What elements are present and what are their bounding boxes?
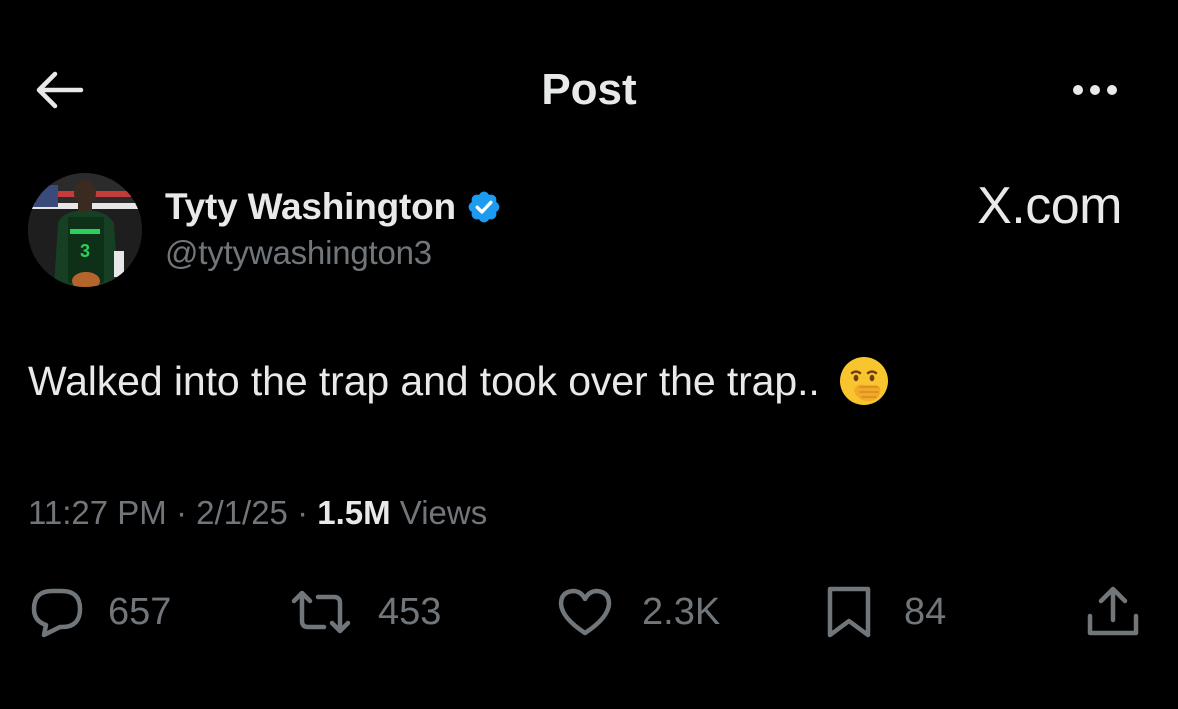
post-time[interactable]: 11:27 PM <box>28 494 167 531</box>
meta-separator: · <box>175 494 187 531</box>
author-display-name[interactable]: Tyty Washington <box>165 186 456 228</box>
reply-count: 657 <box>108 590 172 633</box>
more-options-button[interactable] <box>1058 70 1132 110</box>
more-horizontal-icon <box>1070 85 1121 95</box>
bookmark-button[interactable]: 84 <box>824 582 946 642</box>
like-count: 2.3K <box>642 590 721 633</box>
reply-icon <box>31 588 83 638</box>
face-with-hand-over-mouth-icon <box>838 355 890 407</box>
post-meta: 11:27 PM · 2/1/25 · 1.5M Views <box>28 494 487 532</box>
page-title: Post <box>541 65 637 114</box>
arrow-left-icon <box>36 71 84 109</box>
svg-text:3: 3 <box>80 241 90 261</box>
author-name-row[interactable]: Tyty Washington <box>165 184 502 230</box>
bookmark-count: 84 <box>904 590 947 633</box>
x-com-watermark: X.com <box>977 177 1122 235</box>
post-text: Walked into the trap and took over the t… <box>28 355 890 407</box>
verified-badge-icon <box>466 189 502 225</box>
post-date[interactable]: 2/1/25 <box>196 494 288 531</box>
share-button[interactable] <box>1084 582 1142 642</box>
views-label[interactable]: Views <box>400 494 487 531</box>
share-icon <box>1087 586 1139 636</box>
meta-separator: · <box>297 494 309 531</box>
views-count[interactable]: 1.5M <box>317 494 390 531</box>
post-text-content: Walked into the trap and took over the t… <box>28 357 820 404</box>
reply-button[interactable]: 657 <box>28 582 171 642</box>
like-button[interactable]: 2.3K <box>556 582 720 642</box>
repost-count: 453 <box>378 590 442 633</box>
avatar[interactable]: 3 <box>28 173 142 287</box>
repost-button[interactable]: 453 <box>288 582 441 642</box>
bookmark-icon <box>827 586 871 638</box>
author-handle[interactable]: @tytywashington3 <box>165 234 432 272</box>
repost-icon <box>291 590 351 634</box>
heart-icon <box>558 588 612 636</box>
back-button[interactable] <box>28 62 90 118</box>
